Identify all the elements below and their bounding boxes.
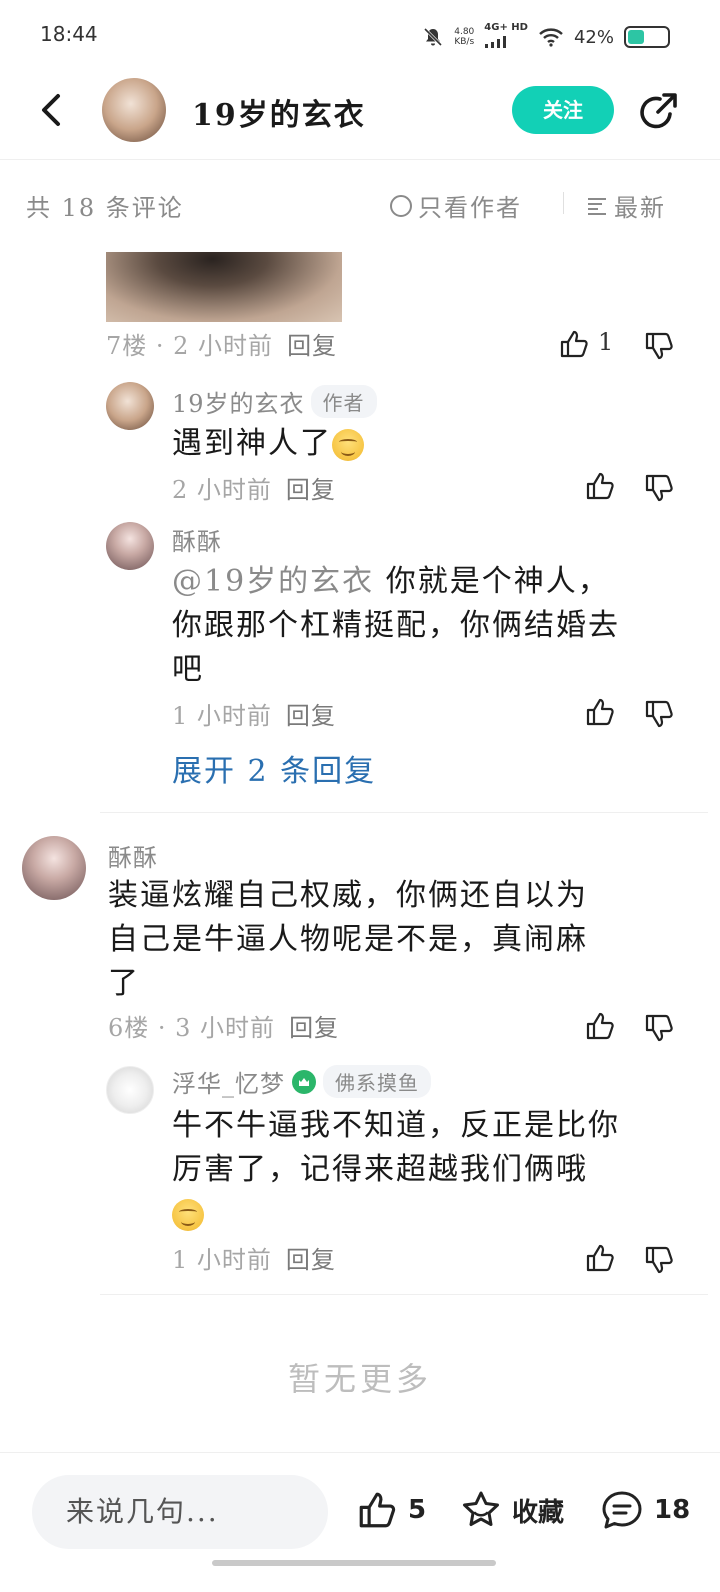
- comment-image[interactable]: [106, 252, 342, 322]
- reply-avatar[interactable]: [106, 522, 154, 570]
- reply-button[interactable]: 回复: [287, 332, 337, 360]
- thumbs-down-icon[interactable]: [643, 1244, 675, 1276]
- no-more-text: 暂无更多: [287, 1360, 432, 1398]
- author-tag: 作者: [310, 385, 377, 418]
- net-speed: 4.80 KB/s: [454, 27, 475, 47]
- reply-button[interactable]: 回复: [289, 1014, 339, 1042]
- sort-label: 最新: [614, 194, 666, 222]
- status-bar: 18:44 4.80 KB/s 4G+ HD 42%: [0, 0, 720, 72]
- thumbs-up-icon[interactable]: [584, 696, 616, 728]
- post-like-count: 5: [408, 1495, 427, 1525]
- thumbs-up-icon[interactable]: [584, 470, 616, 502]
- header: 19岁的玄衣 关注: [0, 72, 720, 160]
- author-avatar[interactable]: [102, 78, 166, 142]
- only-author-toggle[interactable]: 只看作者: [390, 188, 522, 223]
- reply-username-row: 19岁的玄衣 作者: [172, 384, 377, 419]
- reply-meta: 1 小时前 回复: [172, 702, 336, 730]
- user-tag: 佛系摸鱼: [323, 1065, 431, 1098]
- share-icon[interactable]: [636, 90, 680, 134]
- reply-username-row: 浮华_忆梦 佛系摸鱼: [172, 1064, 431, 1099]
- reply-button[interactable]: 回复: [286, 702, 336, 730]
- battery-icon: [624, 26, 670, 48]
- page-title[interactable]: 19岁的玄衣: [192, 90, 366, 134]
- favorite-button[interactable]: 收藏: [460, 1489, 564, 1531]
- comment-meta: 6楼 · 3 小时前 回复: [108, 1014, 340, 1042]
- thumbs-down-icon[interactable]: [643, 330, 675, 362]
- reply-avatar[interactable]: [106, 1066, 154, 1114]
- reply-avatar[interactable]: [106, 382, 154, 430]
- sort-lines-icon: [588, 197, 606, 215]
- reply-button[interactable]: 回复: [286, 1246, 336, 1274]
- bottom-action-bar: 来说几句... 5 收藏 18: [0, 1452, 720, 1592]
- signal-bars-icon: [485, 35, 507, 48]
- reply-meta: 1 小时前 回复: [172, 1246, 336, 1274]
- reply-meta: 2 小时前 回复: [172, 476, 336, 504]
- reply-username[interactable]: 浮华_忆梦: [172, 1064, 285, 1099]
- reply-text: @19岁的玄衣 你就是个神人， 你跟那个杠精挺配，你俩结婚去 吧: [172, 564, 620, 687]
- thumbs-down-icon[interactable]: [643, 698, 675, 730]
- like-count: 1: [598, 328, 614, 356]
- comment-username-row: 酥酥: [108, 838, 158, 873]
- comment-divider: [100, 812, 708, 813]
- thumbs-up-icon[interactable]: [584, 1242, 616, 1274]
- status-icons: 4.80 KB/s 4G+ HD 42%: [422, 22, 670, 52]
- comment-username[interactable]: 酥酥: [108, 838, 158, 873]
- mention-link[interactable]: @19岁的玄衣: [172, 564, 374, 599]
- reply-username[interactable]: 19岁的玄衣: [172, 384, 305, 419]
- follow-button[interactable]: 关注: [512, 86, 614, 134]
- comment-count: 共 18 条评论: [26, 194, 184, 222]
- wifi-icon: [539, 28, 563, 47]
- thumbs-up-icon[interactable]: [558, 328, 590, 360]
- like-post-button[interactable]: 5: [356, 1489, 426, 1531]
- status-time: 18:44: [40, 22, 98, 46]
- reply-username[interactable]: 酥酥: [172, 522, 222, 557]
- back-arrow-icon[interactable]: [34, 90, 74, 130]
- smile-emoji-icon: [172, 1199, 204, 1231]
- comment-bubble-icon: [602, 1491, 642, 1529]
- reply-text: 牛不牛逼我不知道，反正是比你 厉害了，记得来超越我们俩哦: [172, 1104, 692, 1236]
- comment-input[interactable]: 来说几句...: [32, 1475, 328, 1549]
- favorite-label: 收藏: [512, 1497, 565, 1528]
- reply-text: 遇到神人了: [172, 422, 364, 466]
- smile-emoji-icon: [332, 429, 364, 461]
- vip-badge-icon: [292, 1069, 316, 1094]
- expand-replies-button[interactable]: 展开 2 条回复: [172, 746, 376, 790]
- radio-circle-icon: [390, 194, 412, 217]
- comment-meta: 7楼 · 2 小时前 回复: [106, 332, 338, 360]
- star-icon: [463, 1491, 499, 1526]
- comment-avatar[interactable]: [22, 836, 86, 900]
- thumbs-down-icon[interactable]: [643, 1012, 675, 1044]
- comment-text: 装逼炫耀自己权威，你俩还自以为 自己是牛逼人物呢是不是，真闹麻 了: [108, 878, 588, 1001]
- network-indicator: 4G+ HD: [484, 22, 528, 52]
- comments-button[interactable]: 18: [600, 1489, 690, 1531]
- only-author-label: 只看作者: [418, 194, 522, 222]
- home-indicator: [212, 1560, 496, 1566]
- thumbs-up-icon[interactable]: [584, 1010, 616, 1042]
- sort-latest-button[interactable]: 最新: [586, 188, 666, 223]
- reply-button[interactable]: 回复: [286, 476, 336, 504]
- divider: [563, 192, 564, 214]
- battery-percent: 42%: [573, 26, 614, 48]
- comment-divider: [100, 1294, 708, 1295]
- comment-total: 18: [654, 1495, 691, 1525]
- mute-bell-icon: [424, 27, 443, 47]
- thumbs-down-icon[interactable]: [643, 472, 675, 504]
- comment-sort-bar: 共 18 条评论 只看作者 最新: [0, 160, 720, 250]
- thumbs-up-icon: [359, 1492, 396, 1528]
- reply-username-row: 酥酥: [172, 522, 222, 557]
